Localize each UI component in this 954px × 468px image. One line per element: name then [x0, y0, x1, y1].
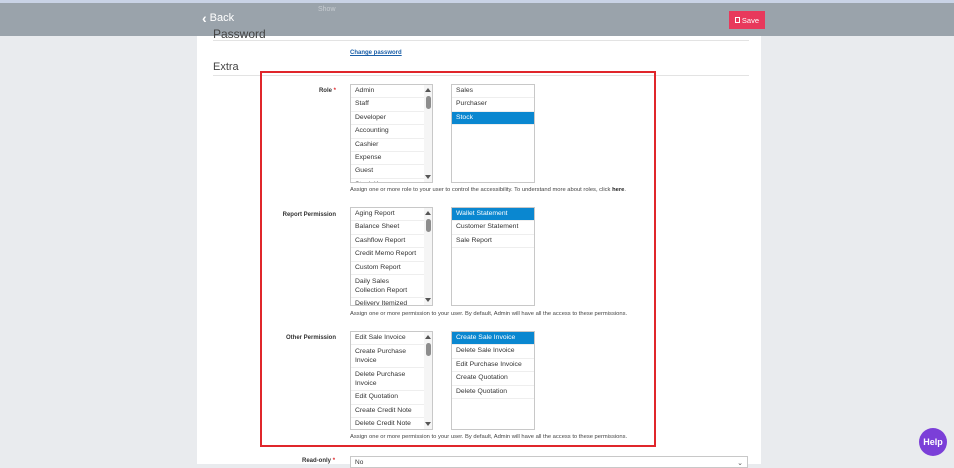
top-bar: ‹ Back Show Save [0, 0, 954, 36]
scroll-up-icon[interactable] [425, 211, 431, 215]
list-item[interactable]: Create Quotation [452, 372, 534, 386]
list-item[interactable]: Aging Report [351, 208, 424, 222]
chevron-down-icon: ⌄ [737, 460, 743, 467]
other-available-list[interactable]: Edit Sale Invoice Create Purchase Invoice… [350, 331, 433, 430]
list-item[interactable]: Sales [452, 85, 534, 99]
scrollbar[interactable] [424, 208, 432, 305]
list-item[interactable]: Customer Statement [452, 221, 534, 235]
list-item[interactable]: Staff [351, 98, 424, 112]
list-item[interactable]: Guest [351, 165, 424, 179]
list-item[interactable]: Stock [452, 111, 534, 126]
extra-section-title: Extra [213, 61, 239, 73]
roles-here-link[interactable]: here [612, 187, 624, 193]
topbar-ghost-text: Show [318, 6, 336, 13]
list-item[interactable]: Balance Sheet [351, 221, 424, 235]
scroll-thumb[interactable] [425, 219, 431, 232]
back-label: Back [209, 12, 235, 24]
list-item[interactable]: Create Purchase Invoice [351, 345, 424, 369]
list-item[interactable]: Daily Sales Collection Report [351, 275, 424, 298]
list-item[interactable]: Sale Report [452, 235, 534, 249]
scrollbar[interactable] [424, 85, 432, 182]
help-button[interactable]: Help [919, 428, 947, 456]
role-available-list[interactable]: Admin Staff Developer Accounting Cashier Expe… [350, 84, 433, 183]
list-item[interactable]: Stock Keeper [351, 179, 424, 182]
role-help-text: Assign one or more role to your user to … [350, 187, 626, 193]
list-item[interactable]: Delete Quotation [452, 386, 534, 399]
scroll-thumb[interactable] [425, 96, 431, 109]
readonly-select[interactable]: No ⌄ [350, 456, 748, 468]
readonly-value: No [355, 459, 364, 466]
list-item[interactable]: Admin [351, 85, 424, 99]
divider [213, 40, 749, 41]
scroll-up-icon[interactable] [425, 335, 431, 339]
save-button[interactable]: Save [729, 11, 765, 29]
change-password-link[interactable]: Change password [350, 50, 402, 56]
list-item[interactable]: Edit Purchase Invoice [452, 359, 534, 373]
report-permission-label: Report Permission [282, 212, 336, 218]
scroll-down-icon[interactable] [425, 298, 431, 302]
list-item[interactable]: Credit Memo Report [351, 248, 424, 262]
back-button[interactable]: ‹ Back [202, 10, 235, 26]
list-item[interactable]: Purchaser [452, 98, 534, 112]
list-item[interactable]: Delete Credit Note [351, 418, 424, 429]
scroll-up-icon[interactable] [425, 88, 431, 92]
list-item[interactable]: Edit Sale Invoice [351, 332, 424, 346]
list-item[interactable]: Edit Quotation [351, 391, 424, 405]
scroll-down-icon[interactable] [425, 422, 431, 426]
role-label: Role * [318, 88, 336, 94]
list-item[interactable]: Delivery Itemized [351, 298, 424, 305]
list-item[interactable]: Accounting [351, 125, 424, 139]
list-item[interactable]: Delete Sale Invoice [452, 345, 534, 359]
list-item[interactable]: Expense [351, 152, 424, 166]
list-item[interactable]: Cashflow Report [351, 235, 424, 249]
save-label: Save [741, 15, 759, 25]
other-selected-list[interactable]: Create Sale Invoice Delete Sale Invoice Ed… [451, 331, 535, 430]
role-selected-list[interactable]: Sales Purchaser Stock [451, 84, 535, 183]
report-selected-list[interactable]: Wallet Statement Customer Statement Sale R… [451, 207, 535, 306]
list-item[interactable]: Delete Purchase Invoice [351, 368, 424, 392]
scrollbar[interactable] [424, 332, 432, 429]
other-help-text: Assign one or more permission to your us… [350, 434, 628, 440]
scroll-thumb[interactable] [425, 343, 431, 356]
list-item[interactable]: Wallet Statement [452, 208, 534, 222]
report-available-list[interactable]: Aging Report Balance Sheet Cashflow Report… [350, 207, 433, 306]
report-help-text: Assign one or more permission to your us… [350, 311, 628, 317]
chevron-left-icon: ‹ [202, 10, 207, 26]
scroll-down-icon[interactable] [425, 175, 431, 179]
save-disk-icon [735, 17, 740, 23]
other-permission-label: Other Permission [285, 335, 336, 341]
list-item[interactable]: Create Sale Invoice [452, 332, 534, 346]
list-item[interactable]: Create Credit Note [351, 405, 424, 419]
list-item[interactable]: Cashier [351, 139, 424, 152]
list-item[interactable]: Developer [351, 112, 424, 126]
readonly-label: Read-only * [302, 458, 336, 464]
password-section-title: Password [213, 27, 266, 41]
list-item[interactable]: Custom Report [351, 262, 424, 275]
